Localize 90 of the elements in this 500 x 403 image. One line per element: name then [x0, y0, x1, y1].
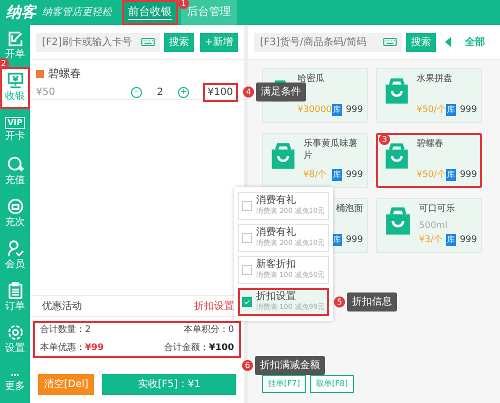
sidebar-item[interactable]: 更多: [0, 361, 30, 403]
stock-count: 999: [346, 104, 363, 116]
nav-tab[interactable]: 前台收银: [122, 0, 178, 25]
stock-icon: 库: [332, 104, 342, 116]
summary-value: 2: [85, 324, 91, 337]
callout-number: 6: [242, 360, 253, 371]
checkbox[interactable]: [242, 297, 252, 307]
option-title: 消费有礼: [256, 227, 297, 238]
action-button[interactable]: 清空[Del]: [38, 374, 94, 395]
coin-plus-icon: [6, 156, 24, 173]
stock-count: 999: [460, 234, 477, 246]
clipboard-icon: [6, 282, 24, 299]
product-card[interactable]: 乐事黄瓜味薯片 ¥8/个 库 999: [262, 133, 368, 188]
keyboard-icon: [140, 35, 156, 49]
stock-icon: 库: [332, 169, 342, 182]
order-button[interactable]: 挂单[F7]: [262, 375, 306, 393]
tooltip: 满足条件: [256, 82, 306, 102]
checkbox[interactable]: [242, 265, 252, 275]
product-price: ¥3/个: [419, 234, 442, 246]
callout-number: 4: [243, 86, 254, 98]
tag-icon: [36, 70, 44, 78]
summary-label: 本单积分：: [183, 324, 228, 337]
summary-value: ¥100: [208, 342, 234, 354]
sidebar-item[interactable]: 充次: [0, 193, 30, 235]
vip-icon: VIP: [5, 116, 25, 128]
option-title: 新客折扣: [256, 259, 297, 270]
product-name: 碧螺春: [48, 66, 81, 82]
product-card[interactable]: 水果拼盘 ¥50/个库 999: [376, 68, 482, 123]
search-button[interactable]: 搜索: [164, 32, 194, 52]
checkbox[interactable]: [242, 233, 252, 243]
summary-label: 合计数量：: [40, 324, 85, 337]
search-button[interactable]: 搜索: [406, 32, 436, 52]
summary-value: 0: [228, 324, 234, 337]
sidebar-item[interactable]: 会员: [0, 235, 30, 277]
tooltip: 折扣信息: [347, 292, 397, 312]
summary-label: 合计金额：: [164, 342, 209, 354]
scroll-left-icon[interactable]: [445, 37, 451, 47]
circle-icon: [6, 198, 24, 215]
action-button[interactable]: 实收[F5]：¥1: [102, 374, 236, 395]
product-name: 桶泡面: [336, 204, 363, 216]
edit-icon: [6, 30, 24, 47]
stock-count: 999: [460, 104, 477, 116]
checkbox[interactable]: [242, 201, 252, 211]
stock-count: 999: [346, 234, 363, 246]
option-title: 折扣设置: [256, 291, 297, 302]
add-button[interactable]: +新增: [200, 32, 238, 52]
quantity: 2: [156, 86, 164, 100]
unit-price: ¥50: [36, 86, 56, 100]
search-field[interactable]: [F2]刷卡或输入卡号: [36, 32, 160, 52]
product-spec: 500ml: [419, 220, 448, 233]
product-card[interactable]: 可口可乐 500ml ¥3/个 库 999: [376, 198, 482, 253]
logo: 纳客: [5, 2, 38, 24]
summary-value: ¥99: [85, 342, 104, 354]
stock-icon: 库: [446, 169, 456, 182]
stock-icon: 库: [446, 104, 456, 116]
product-name: 可口可乐: [419, 204, 456, 216]
product-price: ¥30000: [297, 104, 332, 116]
sidebar-item[interactable]: 订单: [0, 277, 30, 319]
sidebar-item[interactable]: 充值: [0, 151, 30, 193]
order-button[interactable]: 取单[F8]: [310, 375, 354, 393]
search-field[interactable]: [F3]货号/商品条码/简码: [254, 32, 402, 52]
summary-label: 本单优惠：: [40, 342, 85, 354]
promotion-link[interactable]: 折扣设置: [194, 298, 234, 314]
category-tab[interactable]: 全部: [460, 34, 490, 50]
check-icon: [243, 298, 251, 306]
stock-count: 999: [460, 168, 477, 182]
monitor-icon: [6, 72, 24, 89]
sidebar-item[interactable]: VIP 开卡: [0, 109, 30, 151]
product-price: ¥8/个: [303, 168, 327, 182]
product-name: 乐事黄瓜味薯片: [303, 139, 358, 163]
callout-number: 2: [0, 58, 9, 69]
sidebar-item[interactable]: 收银: [0, 67, 30, 109]
promotion-label: 优惠活动: [42, 300, 82, 314]
minus-button[interactable]: -: [131, 86, 142, 98]
subtotal: ¥100: [202, 82, 238, 102]
sidebar-item[interactable]: 设置: [0, 319, 30, 361]
product-name: 碧螺春: [416, 139, 445, 151]
product-price: ¥50/个: [416, 168, 446, 182]
settings-icon: [6, 324, 24, 341]
keyboard-icon: [382, 35, 398, 49]
slogan: 纳客管店更轻松: [42, 6, 112, 20]
product-name: 水果拼盘: [416, 74, 454, 86]
person-check-icon: [6, 240, 24, 257]
tooltip: 折扣满减金额: [255, 356, 325, 375]
plus-button[interactable]: +: [178, 86, 189, 98]
callout-number: 1: [178, 0, 189, 9]
stock-count: 999: [346, 168, 363, 182]
stock-icon: 库: [446, 234, 456, 246]
option-title: 消费有礼: [256, 195, 297, 206]
product-price: ¥50/个: [416, 104, 446, 116]
